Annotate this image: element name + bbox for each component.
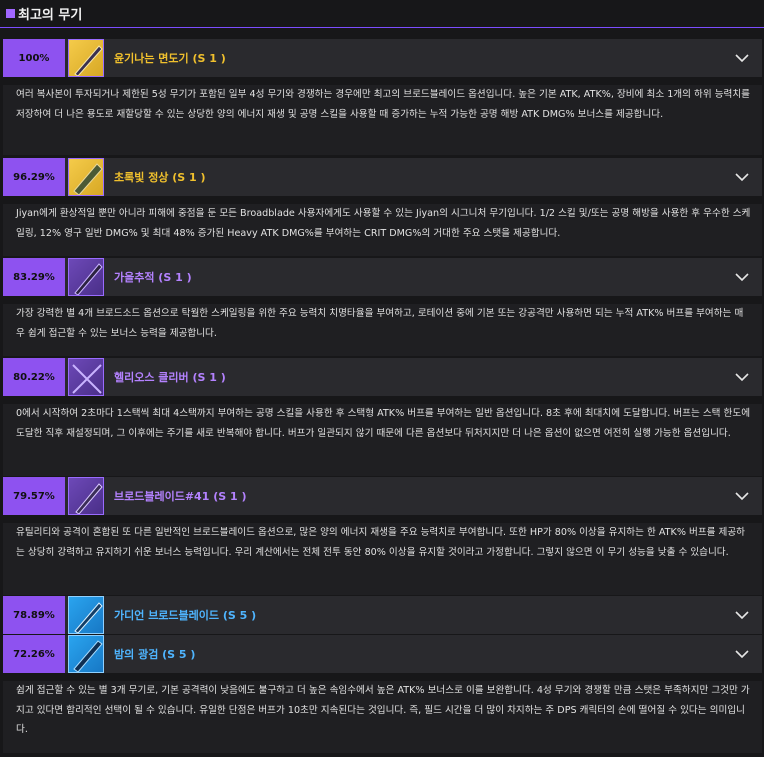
weapon-percent: 96.29% — [3, 158, 65, 196]
weapon-name: 브로드블레이드#41 (S 1 ) — [114, 490, 247, 503]
weapon-percent: 83.29% — [3, 258, 65, 296]
weapon-row-6[interactable]: 78.89% 가디언 브로드블레이드 (S 5 ) — [3, 596, 762, 634]
weapon-thumbnail — [68, 596, 104, 634]
broadblade-icon — [74, 263, 103, 295]
weapon-name: 초록빛 정상 (S 1 ) — [114, 171, 206, 184]
weapon-thumbnail — [68, 39, 104, 77]
weapon-percent: 100% — [3, 39, 65, 77]
broadblade-icon — [72, 364, 102, 394]
chevron-down-icon[interactable] — [734, 169, 750, 185]
weapon-name: 윤기나는 면도기 (S 1 ) — [114, 52, 226, 65]
weapon-row-1[interactable]: 100% 윤기나는 면도기 (S 1 ) — [3, 39, 762, 77]
weapon-row-4[interactable]: 80.22% 헬리오스 클리버 (S 1 ) — [3, 358, 762, 396]
chevron-down-icon[interactable] — [734, 269, 750, 285]
chevron-down-icon[interactable] — [734, 50, 750, 66]
weapon-row-7[interactable]: 72.26% 밤의 광검 (S 5 ) — [3, 635, 762, 673]
weapon-description: 가장 강력한 별 4개 브로드소드 옵션으로 탁월한 스케일링을 위한 주요 능… — [3, 304, 762, 356]
weapon-thumbnail — [68, 477, 104, 515]
weapon-description: 유틸리티와 공격이 혼합된 또 다른 일반적인 브로드블레이드 옵션으로, 많은… — [3, 523, 762, 595]
chevron-down-icon[interactable] — [734, 369, 750, 385]
weapon-percent: 80.22% — [3, 358, 65, 396]
weapon-name: 밤의 광검 (S 5 ) — [114, 648, 196, 661]
weapon-percent: 78.89% — [3, 596, 65, 634]
broadblade-icon — [74, 45, 103, 76]
weapon-name: 가을추적 (S 1 ) — [114, 271, 192, 284]
weapon-description: 0에서 시작하여 2초마다 1스택씩 최대 4스택까지 부여하는 공명 스킬을 … — [3, 404, 762, 476]
weapon-thumbnail — [68, 358, 104, 396]
weapon-percent: 72.26% — [3, 635, 65, 673]
broadblade-icon — [73, 640, 103, 672]
weapon-percent: 79.57% — [3, 477, 65, 515]
weapon-thumbnail — [68, 258, 104, 296]
weapon-name: 가디언 브로드블레이드 (S 5 ) — [114, 609, 257, 622]
weapon-description: 여러 복사본이 투자되거나 제한된 5성 무기가 포함된 일부 4성 무기와 경… — [3, 85, 762, 155]
weapon-description: Jiyan에게 환상적일 뿐만 아니라 피해에 중점을 둔 모든 Broadbl… — [3, 204, 762, 256]
weapon-description: 쉽게 접근할 수 있는 별 3개 무기로, 기본 공격력이 낮음에도 불구하고 … — [3, 681, 762, 753]
chevron-down-icon[interactable] — [734, 646, 750, 662]
broadblade-icon — [75, 483, 103, 514]
weapon-row-5[interactable]: 79.57% 브로드블레이드#41 (S 1 ) — [3, 477, 762, 515]
chevron-down-icon[interactable] — [734, 488, 750, 504]
chevron-down-icon[interactable] — [734, 607, 750, 623]
weapon-thumbnail — [68, 635, 104, 673]
section-header: 최고의 무기 — [0, 0, 764, 28]
weapon-thumbnail — [68, 158, 104, 196]
section-marker-icon — [6, 9, 15, 18]
weapon-row-2[interactable]: 96.29% 초록빛 정상 (S 1 ) — [3, 158, 762, 196]
broadblade-icon — [73, 163, 103, 195]
section-title: 최고의 무기 — [18, 8, 83, 23]
weapon-name: 헬리오스 클리버 (S 1 ) — [114, 371, 226, 384]
weapon-row-3[interactable]: 83.29% 가을추적 (S 1 ) — [3, 258, 762, 296]
broadblade-icon — [74, 602, 103, 633]
